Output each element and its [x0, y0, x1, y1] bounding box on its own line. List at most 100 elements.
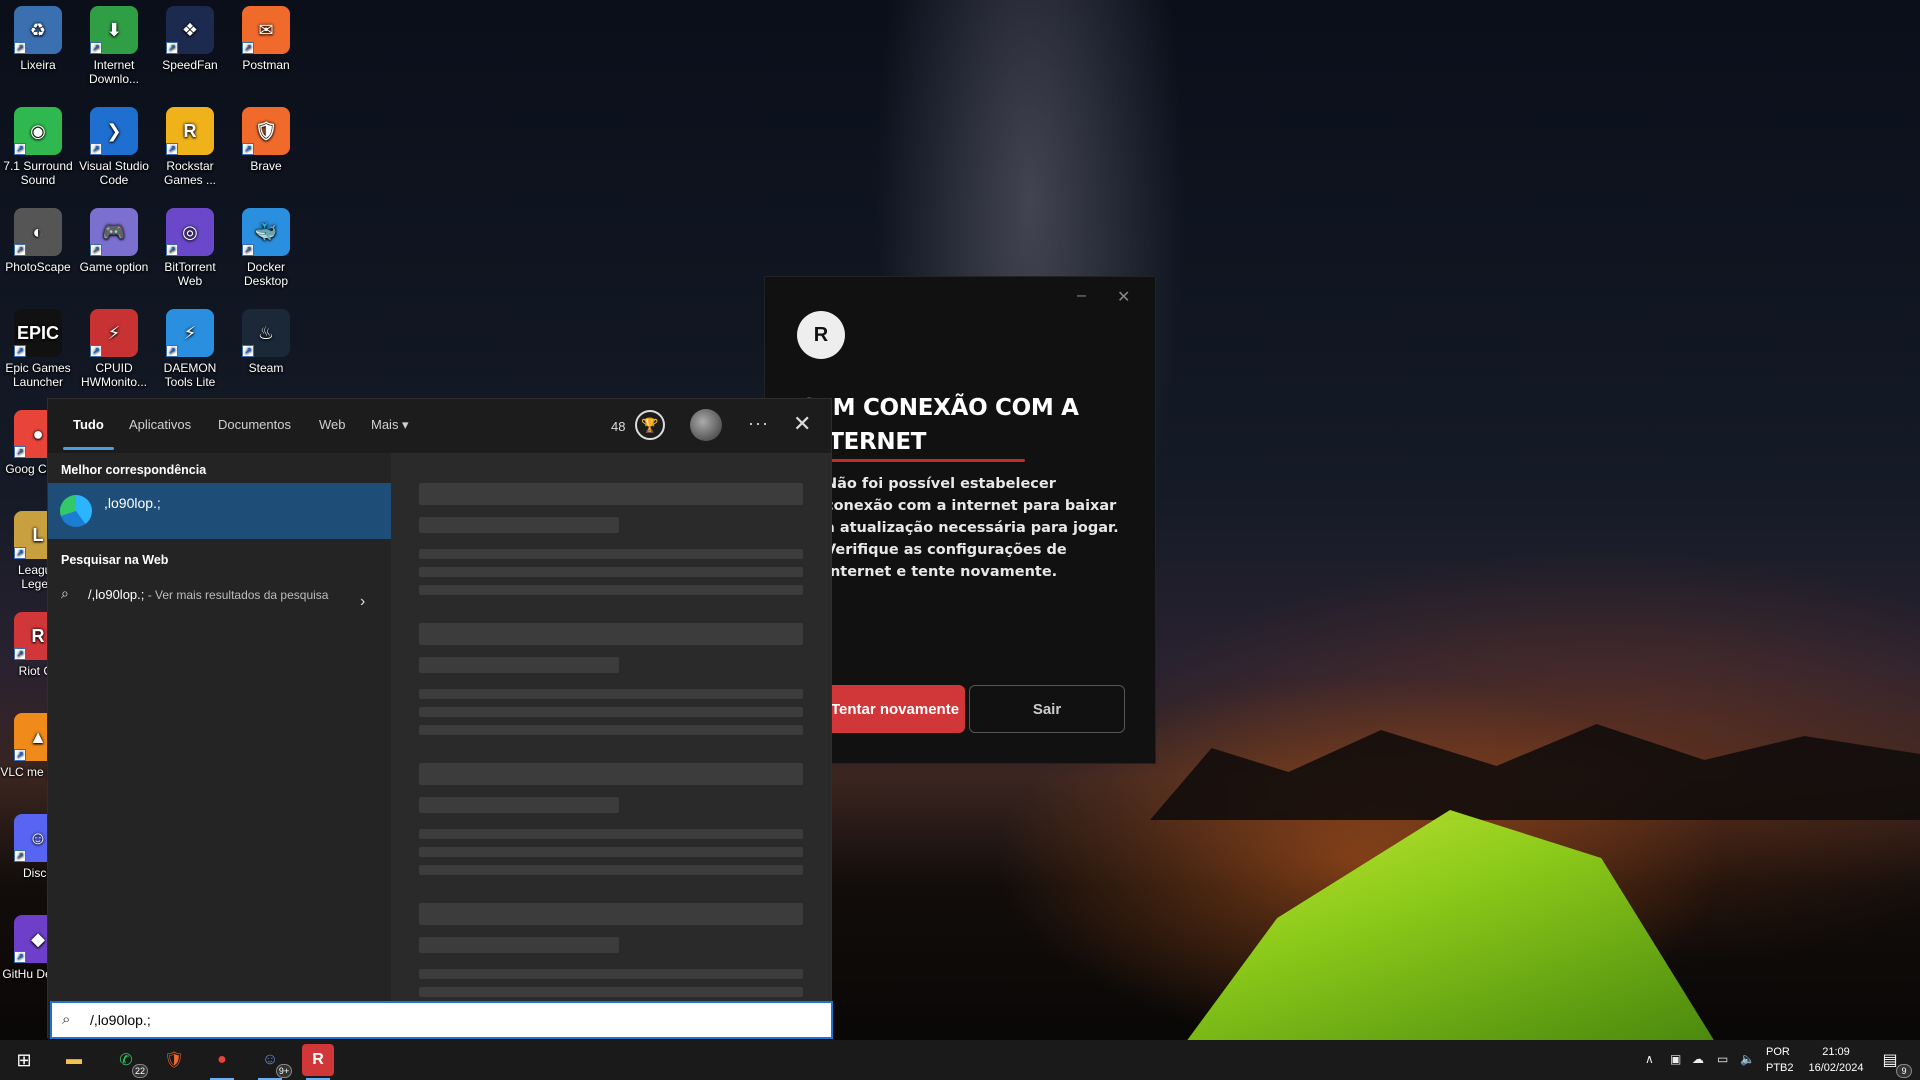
- start-button[interactable]: ⊞: [8, 1044, 40, 1076]
- placeholder-bar: [419, 549, 803, 559]
- brave-icon[interactable]: 🛡: [158, 1044, 190, 1076]
- onedrive-icon[interactable]: ☁: [1692, 1052, 1704, 1066]
- desktop-icon[interactable]: ◐ ↗ PhotoScape: [0, 208, 76, 274]
- desktop-icon[interactable]: 🛡 ↗ Brave: [228, 107, 304, 173]
- riot-client-icon[interactable]: R: [302, 1044, 334, 1080]
- clock[interactable]: 21:09 16/02/2024: [1796, 1044, 1876, 1076]
- shortcut-arrow-icon: ↗: [90, 42, 102, 54]
- discord-icon[interactable]: ☺ 9+: [254, 1044, 292, 1080]
- tab-more[interactable]: Mais ▾: [371, 417, 409, 443]
- shortcut-arrow-icon: ↗: [242, 42, 254, 54]
- desktop-icon[interactable]: EPIC ↗ Epic Games Launcher: [0, 309, 76, 389]
- app-icon: 🐳 ↗: [242, 208, 290, 256]
- desktop-icon[interactable]: ⬇ ↗ Internet Downlo...: [76, 6, 152, 86]
- web-search-text: /,lo90lop.; - Ver mais resultados da pes…: [88, 587, 329, 602]
- search-tabs: Tudo Aplicativos Documentos Web Mais ▾ 4…: [48, 399, 831, 453]
- desktop-icon[interactable]: ❯ ↗ Visual Studio Code: [76, 107, 152, 187]
- web-search-item[interactable]: ⌕ /,lo90lop.; - Ver mais resultados da p…: [48, 581, 391, 633]
- desktop-icon-label: Brave: [250, 159, 282, 173]
- desktop-icon-label: BitTorrent Web: [164, 260, 216, 288]
- tab-all[interactable]: Tudo: [63, 417, 114, 450]
- more-options-button[interactable]: ···: [748, 413, 769, 434]
- tab-apps[interactable]: Aplicativos: [129, 417, 191, 443]
- placeholder-bar: [419, 987, 803, 997]
- placeholder-bar: [419, 657, 619, 673]
- retry-button[interactable]: Tentar novamente: [825, 685, 965, 733]
- shortcut-arrow-icon: ↗: [166, 345, 178, 357]
- network-icon[interactable]: ▭: [1717, 1052, 1728, 1066]
- tab-web[interactable]: Web: [319, 417, 346, 443]
- app-icon: ⚡ ↗: [90, 309, 138, 357]
- dialog-title: SEM CONEXÃO COM A INTERNET: [801, 395, 1079, 455]
- chrome-icon[interactable]: ●: [206, 1044, 238, 1080]
- device-icon[interactable]: ▣: [1670, 1052, 1681, 1066]
- app-icon: ◉ ↗: [14, 107, 62, 155]
- volume-icon[interactable]: 🔈: [1740, 1052, 1755, 1066]
- app-icon: ❖ ↗: [166, 6, 214, 54]
- app-icon: ♨ ↗: [242, 309, 290, 357]
- app-icon: 🛡 ↗: [242, 107, 290, 155]
- desktop-icon[interactable]: ⚡ ↗ DAEMON Tools Lite: [152, 309, 228, 389]
- app-icon: ✉ ↗: [242, 6, 290, 54]
- desktop-icon[interactable]: 🐳 ↗ Docker Desktop: [228, 208, 304, 288]
- close-icon[interactable]: ✕: [1117, 287, 1130, 307]
- desktop-icon-label: SpeedFan: [162, 58, 218, 72]
- background-tent: [1180, 810, 1720, 1050]
- desktop-icon[interactable]: ✉ ↗ Postman: [228, 6, 304, 72]
- results-list: Melhor correspondência ,lo90lop.; Pesqui…: [48, 453, 391, 1039]
- desktop-icon[interactable]: ♻ ↗ Lixeira: [0, 6, 76, 72]
- desktop-icon-label: 7.1 Surround Sound: [3, 159, 73, 187]
- chevron-right-icon[interactable]: ›: [360, 593, 365, 611]
- desktop-icon[interactable]: ◉ ↗ 7.1 Surround Sound: [0, 107, 76, 187]
- placeholder-bar: [419, 567, 803, 577]
- desktop-icon-label: Epic Games Launcher: [5, 361, 71, 389]
- app-icon: ⬇ ↗: [90, 6, 138, 54]
- placeholder-bar: [419, 725, 803, 735]
- desktop-icon-label: Steam: [248, 361, 284, 375]
- shortcut-arrow-icon: ↗: [14, 850, 26, 862]
- desktop-icon[interactable]: ◎ ↗ BitTorrent Web: [152, 208, 228, 288]
- chevron-up-icon[interactable]: ∧: [1645, 1052, 1654, 1066]
- taskbar: ⊞ ▬ ✆ 22 🛡 ● ☺ 9+ R ∧ ▣ ☁ ▭ 🔈 POR PTB2 21:…: [0, 1040, 1920, 1080]
- exit-button[interactable]: Sair: [969, 685, 1125, 733]
- minimize-button[interactable]: –: [1077, 287, 1086, 305]
- placeholder-bar: [419, 585, 803, 595]
- shortcut-arrow-icon: ↗: [90, 345, 102, 357]
- whatsapp-icon[interactable]: ✆ 22: [110, 1044, 148, 1078]
- title-underline: [825, 459, 1025, 462]
- shortcut-arrow-icon: ↗: [14, 547, 26, 559]
- app-icon: ❯ ↗: [90, 107, 138, 155]
- riot-logo-icon: R: [797, 311, 845, 359]
- desktop-icon[interactable]: R ↗ Rockstar Games ...: [152, 107, 228, 187]
- tab-documents[interactable]: Documentos: [218, 417, 291, 443]
- search-icon: ⌕: [62, 1011, 71, 1028]
- placeholder-bar: [419, 483, 803, 505]
- placeholder-bar: [419, 865, 803, 875]
- app-icon: R ↗: [166, 107, 214, 155]
- placeholder-bar: [419, 763, 803, 785]
- search-input[interactable]: ⌕ /,lo90lop.;: [50, 1001, 833, 1039]
- notifications-icon[interactable]: ▤ 9: [1874, 1044, 1912, 1078]
- shortcut-arrow-icon: ↗: [90, 244, 102, 256]
- desktop-icon[interactable]: 🎮 ↗ Game option: [76, 208, 152, 274]
- best-match-header: Melhor correspondência: [61, 463, 207, 477]
- app-icon: ◐ ↗: [14, 208, 62, 256]
- desktop-icon[interactable]: ⚡ ↗ CPUID HWMonito...: [76, 309, 152, 389]
- shortcut-arrow-icon: ↗: [14, 648, 26, 660]
- app-icon: EPIC ↗: [14, 309, 62, 357]
- notifications-badge: 9: [1896, 1064, 1912, 1078]
- search-input-value[interactable]: /,lo90lop.;: [90, 1012, 151, 1028]
- desktop-icon-label: Lixeira: [20, 58, 56, 72]
- input-language[interactable]: POR PTB2: [1766, 1044, 1794, 1076]
- best-match-item[interactable]: ,lo90lop.;: [48, 483, 391, 539]
- desktop-icon[interactable]: ❖ ↗ SpeedFan: [152, 6, 228, 72]
- close-search-button[interactable]: ✕: [793, 411, 811, 437]
- placeholder-bar: [419, 707, 803, 717]
- file-explorer-icon[interactable]: ▬: [58, 1044, 90, 1076]
- trophy-icon[interactable]: 🏆: [635, 410, 665, 440]
- search-icon: ⌕: [61, 585, 69, 601]
- shortcut-arrow-icon: ↗: [14, 42, 26, 54]
- desktop-icon[interactable]: ♨ ↗ Steam: [228, 309, 304, 375]
- avatar[interactable]: [690, 409, 722, 441]
- discord-badge: 9+: [276, 1064, 292, 1078]
